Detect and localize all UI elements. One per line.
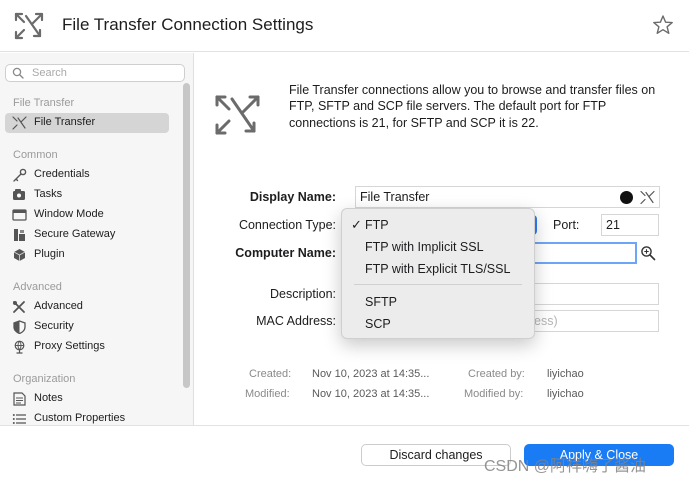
display-name-field[interactable]: File Transfer [355,186,660,208]
sidebar-item-label: Window Mode [34,208,104,220]
sidebar-item-advanced[interactable]: Advanced [5,297,169,317]
group-advanced: Advanced [13,281,62,293]
created-by-value: liyichao [547,368,584,380]
sidebar-item-label: Notes [34,392,63,404]
window-title: File Transfer Connection Settings [62,15,314,34]
created-label: Created: [249,368,292,380]
group-organization: Organization [13,373,76,385]
menu-item-label: FTP with Explicit TLS/SSL [365,262,511,276]
file-transfer-icon[interactable] [640,190,655,205]
gateway-icon [14,229,25,241]
color-dot-icon[interactable] [620,191,633,204]
sidebar-scrollbar[interactable] [183,83,190,388]
title-bar: File Transfer Connection Settings [0,0,689,52]
sidebar-item-label: Secure Gateway [34,228,116,240]
modified-by-label: Modified by: [464,388,524,400]
window-icon [12,209,27,221]
port-field[interactable]: 21 [601,214,659,236]
sidebar-item-proxy-settings[interactable]: Proxy Settings [5,337,169,357]
sidebar-item-label: Advanced [34,300,83,312]
display-name-value: File Transfer [360,190,430,204]
menu-item-label: FTP [365,218,389,232]
computer-name-label: Computer Name: [235,246,336,260]
sidebar-item-secure-gateway[interactable]: Secure Gateway [5,225,169,245]
sidebar: Search File Transfer File Transfer Commo… [0,53,194,425]
created-by-label: Created by: [468,368,525,380]
menu-item-label: FTP with Implicit SSL [365,240,484,254]
sidebar-item-tasks[interactable]: Tasks [5,185,169,205]
created-value: Nov 10, 2023 at 14:35... [312,368,430,380]
menu-item-ftp-implicit-ssl[interactable]: FTP with Implicit SSL [342,237,534,257]
computer-name-field[interactable] [520,242,637,264]
menu-item-ftp[interactable]: ✓ FTP [342,215,534,235]
sidebar-item-plugin[interactable]: Plugin [5,245,169,265]
checkmark-icon: ✓ [351,217,362,232]
sidebar-item-label: Security [34,320,74,332]
connection-settings-window: File Transfer Connection Settings Search… [0,0,689,481]
star-icon[interactable] [652,14,674,36]
group-file-transfer: File Transfer [13,97,75,109]
port-value: 21 [606,218,620,232]
menu-item-label: SCP [365,317,391,331]
description-field[interactable] [520,283,659,305]
sidebar-item-label: File Transfer [34,116,96,128]
display-name-label: Display Name: [249,190,336,204]
modified-label: Modified: [245,388,290,400]
watermark-text: CSDN @阿祥嗨了酱油 [484,458,647,475]
sidebar-item-window-mode[interactable]: Window Mode [5,205,169,225]
sidebar-item-label: Custom Properties [34,412,126,424]
magnifier-icon[interactable] [640,245,656,261]
shield-icon [13,320,26,334]
tools-icon [13,301,25,313]
sidebar-item-security[interactable]: Security [5,317,169,337]
sidebar-item-label: Credentials [34,168,90,180]
group-common: Common [13,149,58,161]
connection-type-menu[interactable]: ✓ FTP FTP with Implicit SSL FTP with Exp… [341,208,535,339]
sidebar-item-label: Proxy Settings [34,340,105,352]
connection-type-label: Connection Type: [238,218,336,232]
menu-item-scp[interactable]: SCP [342,314,534,334]
tasks-icon [13,189,25,200]
modified-value: Nov 10, 2023 at 14:35... [312,388,430,400]
sidebar-item-label: Plugin [34,248,65,260]
proxy-icon [14,340,25,354]
sidebar-item-notes[interactable]: Notes [5,389,169,409]
modified-by-value: liyichao [547,388,584,400]
menu-item-sftp[interactable]: SFTP [342,292,534,312]
file-transfer-icon [12,116,27,130]
key-icon [13,168,27,182]
list-icon [12,414,26,424]
description-label: Description: [270,287,336,301]
menu-item-label: SFTP [365,295,397,309]
file-transfer-icon [14,12,44,40]
mac-address-field[interactable]: ess) [520,310,659,332]
search-placeholder: Search [32,67,67,79]
sidebar-item-credentials[interactable]: Credentials [5,165,169,185]
mac-address-label: MAC Address: [256,314,336,328]
sidebar-item-file-transfer[interactable]: File Transfer [5,113,169,133]
sidebar-item-label: Tasks [34,188,63,200]
mac-address-placeholder: ess) [534,314,558,328]
notes-icon [13,392,26,406]
search-input[interactable]: Search [5,64,185,82]
menu-separator [354,284,522,285]
search-icon [12,67,24,79]
file-transfer-icon [215,95,260,135]
sidebar-item-custom-properties[interactable]: Custom Properties [5,409,169,425]
connection-description-text: File Transfer connections allow you to b… [289,83,656,130]
plugin-icon [13,249,26,261]
menu-item-ftp-explicit-tls[interactable]: FTP with Explicit TLS/SSL [342,259,534,279]
port-label: Port: [553,218,580,232]
